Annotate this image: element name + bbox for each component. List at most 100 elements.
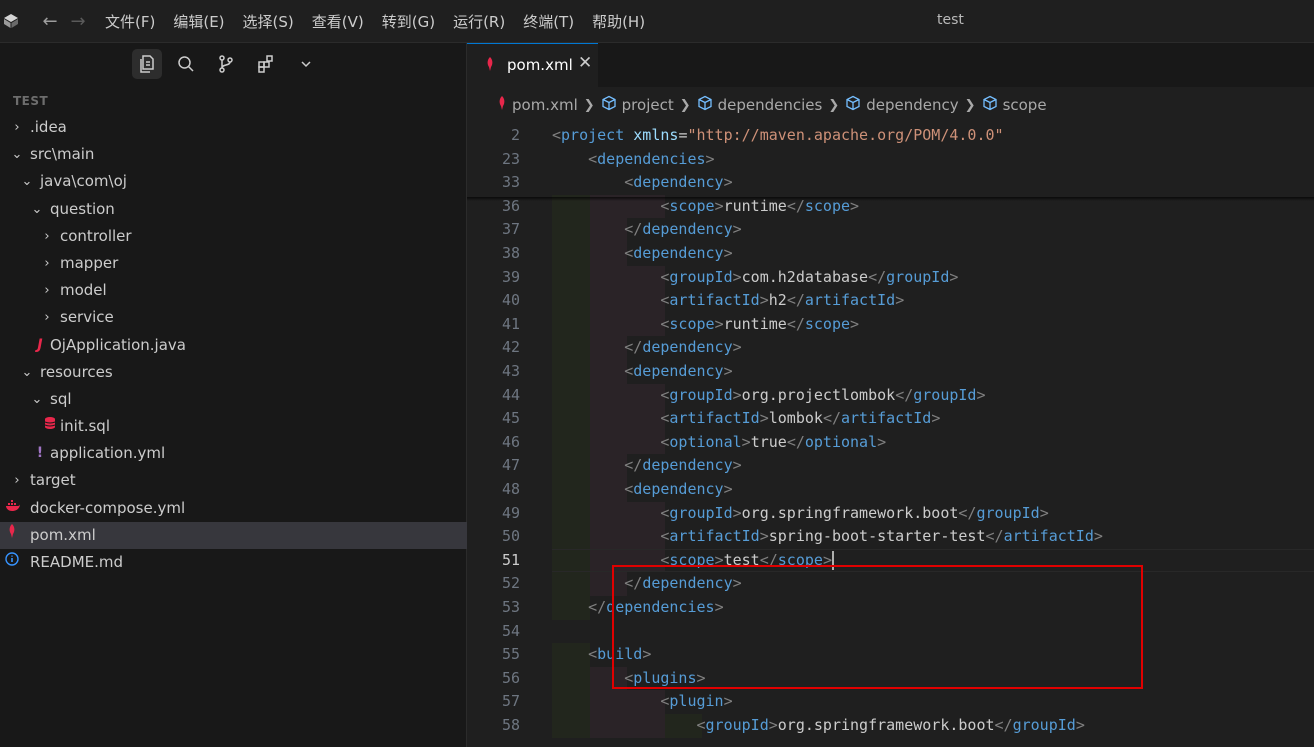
chevron-right-icon[interactable]: ›	[10, 114, 24, 141]
code-line[interactable]: 38 <dependency>	[467, 242, 1314, 266]
code-line[interactable]: 49 <groupId>org.springframework.boot</gr…	[467, 501, 1314, 526]
tree-item-application-yml[interactable]: ! application.yml	[0, 440, 467, 467]
sidebar-toolbar	[0, 43, 467, 85]
tree-item-pom-xml[interactable]: pom.xml	[0, 521, 467, 549]
tree-item-resources[interactable]: ⌄ resources	[0, 359, 467, 386]
chevron-down-icon[interactable]: ⌄	[20, 359, 34, 386]
code-text: <dependency>	[624, 480, 733, 498]
code-text: </dependency>	[624, 338, 742, 357]
tree-item-readme-md[interactable]: README.md	[0, 549, 467, 576]
tab-label: pom.xml	[507, 56, 573, 74]
tree-item-label: question	[50, 199, 115, 218]
search-icon[interactable]	[171, 49, 201, 79]
chevron-down-icon[interactable]: ⌄	[30, 196, 44, 223]
code-line[interactable]: 47 </dependency>	[467, 454, 1314, 478]
code-editor[interactable]: 2 <project xmlns="http://maven.apache.org…	[467, 126, 1314, 747]
code-text: <dependency>	[624, 173, 733, 192]
code-text: </dependency>	[624, 220, 742, 239]
code-line[interactable]: 48 <dependency>	[467, 478, 1314, 502]
tree-item-model[interactable]: › model	[0, 277, 467, 304]
tree-item-label: controller	[60, 226, 132, 245]
menu-item-1[interactable]: 编辑(E)	[164, 11, 233, 32]
line-number: 42	[501, 338, 520, 357]
tree-item-label: sql	[50, 389, 72, 408]
line-number: 43	[501, 362, 520, 380]
forward-arrow-icon[interactable]: →	[64, 11, 92, 32]
back-arrow-icon[interactable]: ←	[36, 11, 64, 32]
menu-item-7[interactable]: 帮助(H)	[583, 11, 654, 32]
code-line[interactable]: 50 <artifactId>spring-boot-starter-test<…	[467, 525, 1314, 549]
tree-item-idea[interactable]: › .idea	[0, 114, 467, 141]
line-number: 51	[501, 550, 520, 569]
code-line[interactable]: 44 <groupId>org.projectlombok</groupId>	[467, 383, 1314, 408]
code-text: <dependencies>	[588, 149, 715, 168]
title-bar: ← → 文件(F) 编辑(E) 选择(S) 查看(V) 转到(G) 运行(R) 终端(T) 帮…	[0, 0, 1314, 43]
tree-item-label: model	[60, 281, 107, 300]
explorer-sidebar: TEST › .idea ⌄ src\main ⌄ java\com\oj ⌄ questio…	[0, 43, 467, 747]
chevron-down-icon[interactable]: ⌄	[30, 386, 44, 413]
menu-item-6[interactable]: 终端(T)	[514, 11, 583, 32]
menu-item-4[interactable]: 转到(G)	[373, 11, 444, 32]
code-line[interactable]: 45 <artifactId>lombok</artifactId>	[467, 407, 1314, 431]
tree-item-target[interactable]: › target	[0, 467, 467, 494]
line-number: 47	[501, 456, 520, 475]
tree-item-ojapplication-java[interactable]: J OjApplication.java	[0, 332, 467, 359]
chevron-right-icon[interactable]: ›	[40, 304, 54, 331]
line-number: 37	[501, 220, 520, 239]
code-line[interactable]: 33 <dependency>	[467, 171, 1314, 195]
code-line[interactable]: 37 </dependency>	[467, 218, 1314, 242]
java-icon: J	[37, 336, 43, 353]
code-text: <groupId>com.h2database</groupId>	[660, 267, 959, 286]
breadcrumb-item[interactable]: scope	[982, 95, 1047, 115]
code-line[interactable]: 39 <groupId>com.h2database</groupId>	[467, 265, 1314, 290]
tree-item-question[interactable]: ⌄ question	[0, 196, 467, 223]
code-line[interactable]: 42 </dependency>	[467, 336, 1314, 360]
tree-item-label: OjApplication.java	[50, 335, 186, 354]
code-line[interactable]: 40 <artifactId>h2</artifactId>	[467, 289, 1314, 313]
tree-item-controller[interactable]: › controller	[0, 223, 467, 250]
chevron-right-icon[interactable]: ›	[40, 250, 54, 277]
menu-item-0[interactable]: 文件(F)	[96, 11, 164, 32]
code-line[interactable]: 23 <dependencies>	[467, 148, 1314, 172]
code-line[interactable]: 58 <groupId>org.springframework.boot</gr…	[467, 714, 1314, 738]
code-line[interactable]: 43 <dependency>	[467, 360, 1314, 384]
source-control-icon[interactable]	[211, 49, 241, 79]
chevron-down-icon[interactable]: ⌄	[20, 168, 34, 195]
explorer-section-title[interactable]: TEST	[13, 94, 48, 108]
tree-item-sql[interactable]: ⌄ sql	[0, 386, 467, 413]
tree-item-docker-compose-yml[interactable]: docker-compose.yml	[0, 495, 467, 522]
tab-pom-xml[interactable]: pom.xml ✕	[467, 43, 598, 87]
explorer-files-icon[interactable]	[132, 49, 162, 79]
breadcrumb-item[interactable]: pom.xml	[497, 95, 578, 115]
tree-item-java-com-oj[interactable]: ⌄ java\com\oj	[0, 168, 467, 195]
code-line[interactable]: 46 <optional>true</optional>	[467, 430, 1314, 455]
extensions-icon[interactable]	[251, 49, 281, 79]
tree-item-service[interactable]: › service	[0, 304, 467, 331]
breadcrumb: pom.xml ❯ project ❯ dependencies ❯ dependency ❯…	[467, 93, 1047, 117]
code-text: <optional>true</optional>	[660, 432, 887, 451]
line-number: 39	[501, 267, 520, 286]
line-number: 53	[501, 598, 520, 616]
menu-item-5[interactable]: 运行(R)	[444, 11, 514, 32]
menu-item-3[interactable]: 查看(V)	[303, 11, 373, 32]
file-tree: › .idea ⌄ src\main ⌄ java\com\oj ⌄ question › con…	[0, 114, 467, 576]
line-number: 52	[501, 574, 520, 593]
chevron-right-icon[interactable]: ›	[40, 277, 54, 304]
menu-item-2[interactable]: 选择(S)	[234, 11, 303, 32]
tree-item-src-main[interactable]: ⌄ src\main	[0, 141, 467, 168]
breadcrumb-item[interactable]: project	[601, 95, 674, 115]
close-icon[interactable]: ✕	[578, 53, 592, 73]
chevron-right-icon[interactable]: ›	[40, 223, 54, 250]
database-icon	[43, 413, 57, 440]
tree-item-mapper[interactable]: › mapper	[0, 250, 467, 277]
code-line[interactable]: 2 <project xmlns="http://maven.apache.org…	[467, 126, 1314, 148]
code-line[interactable]: 41 <scope>runtime</scope>	[467, 312, 1314, 337]
breadcrumb-item[interactable]: dependencies	[697, 95, 822, 115]
chevron-right-icon[interactable]: ›	[10, 467, 24, 494]
chevron-down-icon[interactable]: ⌄	[10, 141, 24, 168]
tree-item-init-sql[interactable]: init.sql	[0, 413, 467, 440]
breadcrumb-item[interactable]: dependency	[845, 95, 959, 115]
code-line[interactable]: 57 <plugin>	[467, 690, 1314, 714]
breadcrumb-label: pom.xml	[512, 96, 578, 114]
more-views-chevron-icon[interactable]	[291, 49, 321, 79]
